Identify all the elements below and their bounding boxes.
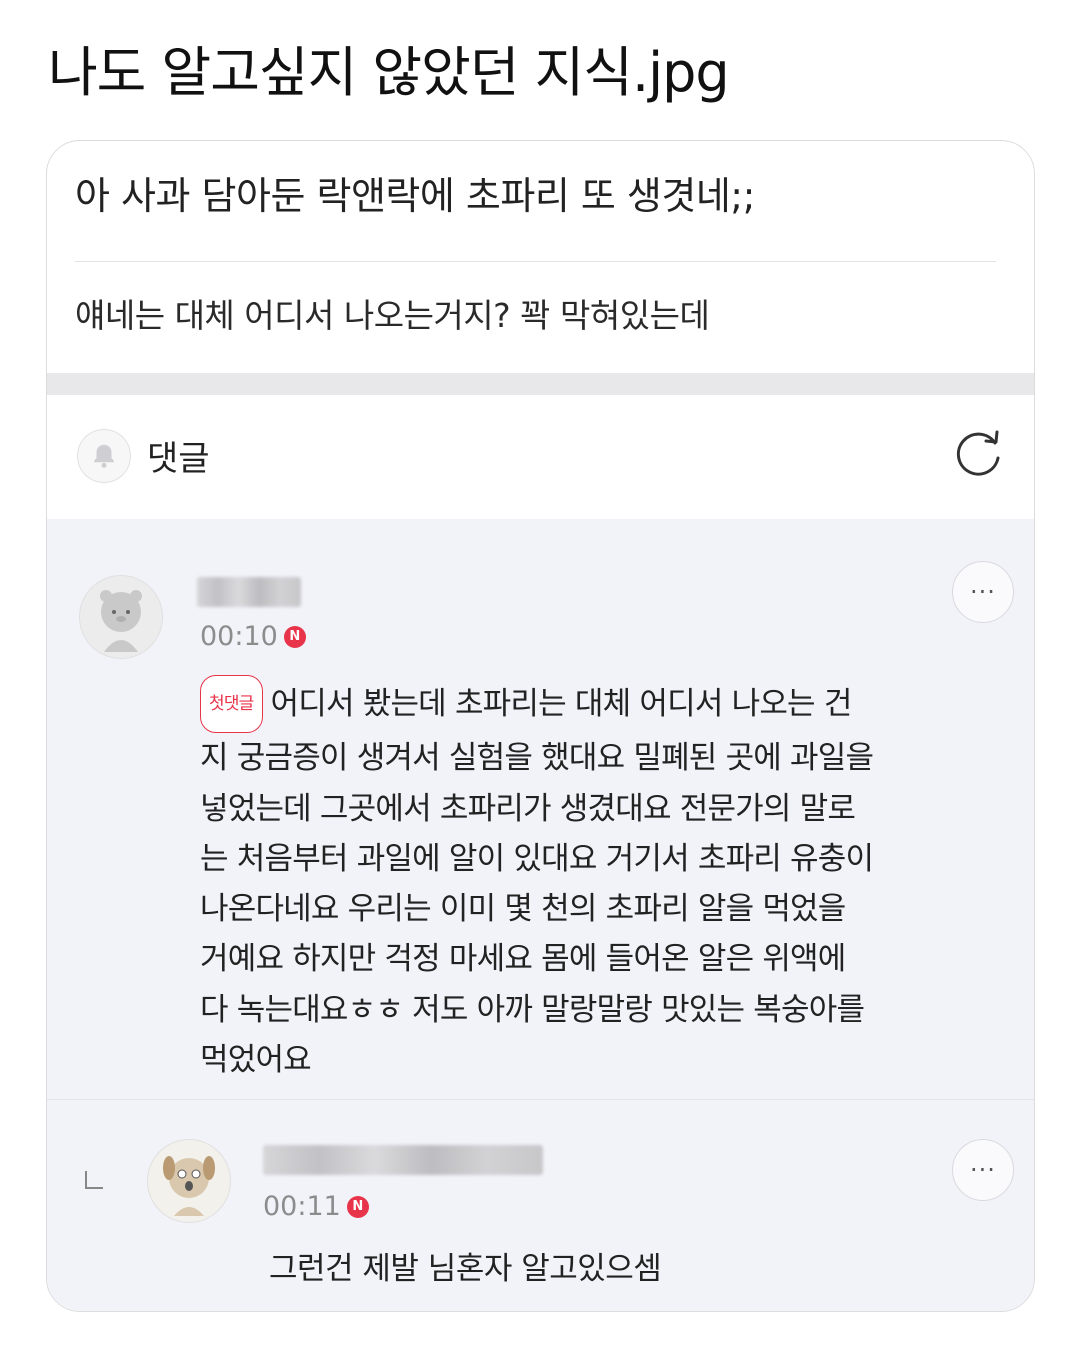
avatar[interactable] [79,575,163,659]
bell-icon[interactable] [77,429,131,483]
new-badge: N [346,1195,369,1218]
comment-body: 어디서 봤는데 초파리는 대체 어디서 나오는 건 지 궁금증이 생겨서 실험을… [200,686,874,1079]
post-body: 얘네는 대체 어디서 나오는거지? 꽉 막혀있는데 [75,296,710,335]
comment-timestamp: 00:10 N [200,621,306,652]
post-title: 아 사과 담아둔 락앤락에 초파리 또 생겻네;; [75,174,755,218]
avatar[interactable] [147,1139,231,1223]
nickname-redacted [197,577,301,607]
new-badge: N [283,625,306,648]
comment-text: 첫댓글 어디서 봤는데 초파리는 대체 어디서 나오는 건 지 궁금증이 생겨서 … [200,675,1010,1085]
comments-header: 댓글 [47,395,1034,519]
divider [47,1099,1034,1100]
nickname-redacted [263,1145,543,1175]
comment-timestamp: 00:11 N [263,1191,369,1222]
divider [75,261,996,262]
timestamp-text: 00:10 [200,621,278,652]
reply-text: 그런건 제발 님혼자 알고있으셈 [269,1251,662,1287]
comments-label: 댓글 [147,439,210,479]
post-card: 아 사과 담아둔 락앤락에 초파리 또 생겻네;; 얘네는 대체 어디서 나오는… [46,140,1035,1312]
page-heading: 나도 알고싶지 않았던 지식.jpg [48,41,730,104]
more-options-button[interactable]: ··· [952,1139,1014,1201]
first-comment-badge: 첫댓글 [200,675,263,734]
refresh-icon[interactable] [950,425,1008,483]
section-separator [47,373,1034,395]
reply-indicator-icon [85,1171,103,1189]
more-options-button[interactable]: ··· [952,561,1014,623]
timestamp-text: 00:11 [263,1191,341,1222]
